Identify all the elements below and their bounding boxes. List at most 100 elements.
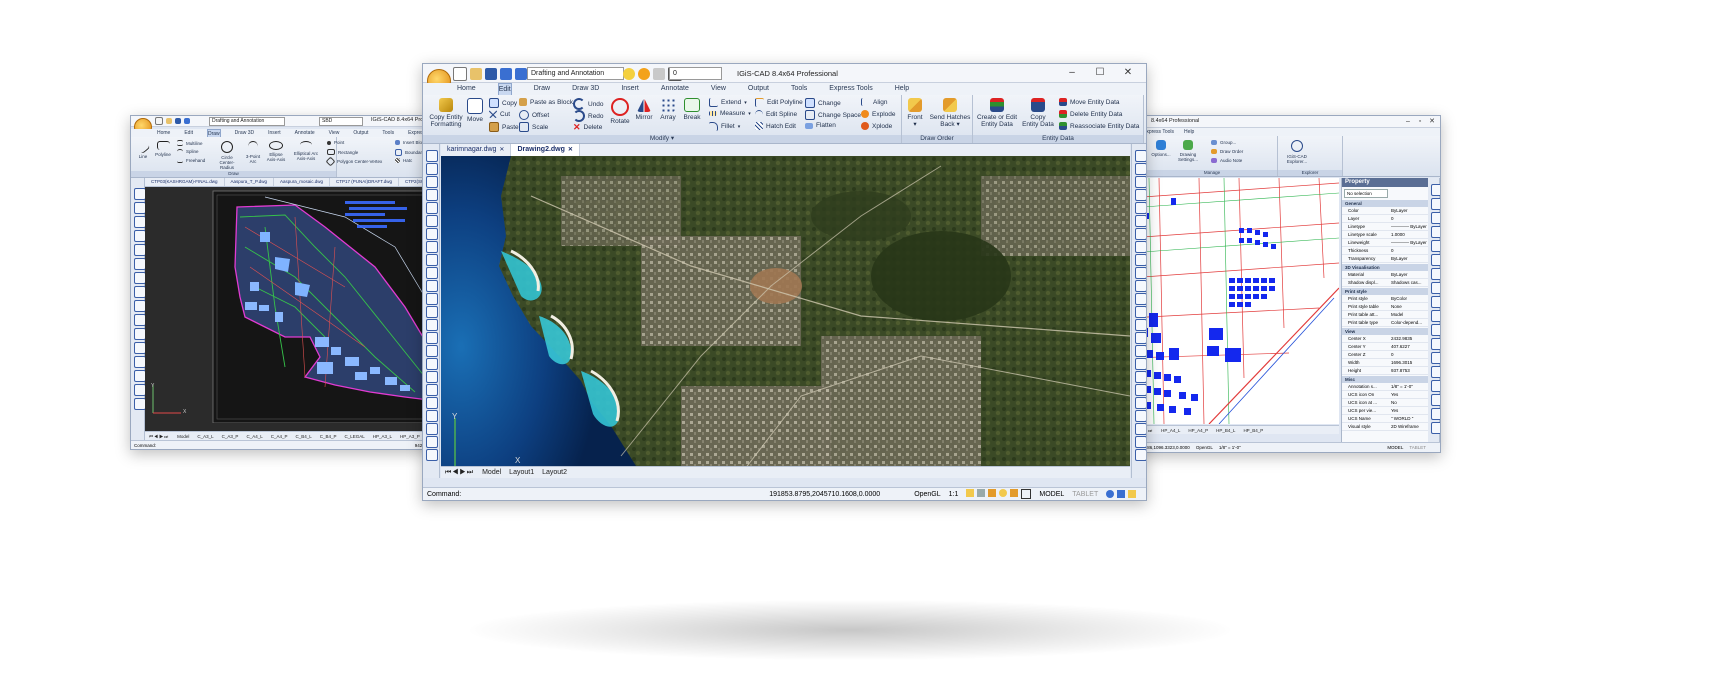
property-value[interactable]: None — [1389, 303, 1428, 310]
file-tab-ctp03-kashrgam-final-dwg[interactable]: CTP03(KASHRGAM)-FINAL.dwg — [145, 178, 225, 186]
layer-select[interactable]: 0 — [669, 67, 722, 80]
array-button[interactable]: Array — [657, 98, 679, 121]
property-value[interactable]: 0 — [1389, 247, 1428, 254]
chevron-down-icon[interactable]: ▾ — [671, 135, 674, 142]
property-row[interactable]: Material ByLayer — [1342, 271, 1428, 279]
property-row[interactable]: Visual style 2D Wireframe — [1342, 423, 1428, 431]
options-button[interactable]: Options... — [1149, 140, 1173, 157]
menu-annotate[interactable]: Annotate — [295, 129, 315, 137]
property-row[interactable]: Center Z 0 — [1342, 351, 1428, 359]
explorer-button[interactable]: IGiS-CAD Explorer... — [1280, 140, 1314, 164]
left-drawing-canvas[interactable]: Y X — [145, 187, 453, 431]
tool-icon[interactable] — [426, 306, 438, 318]
tool-icon[interactable] — [1431, 408, 1440, 420]
rotate-button[interactable]: Rotate — [609, 98, 631, 125]
property-value[interactable]: ———— ByLayer — [1389, 223, 1428, 230]
layout-tab-hp-b4-p[interactable]: HP_B4_P — [1239, 428, 1267, 433]
property-value[interactable]: Model — [1389, 311, 1428, 318]
property-value[interactable]: Yes — [1389, 391, 1428, 398]
layout-tab-layout1[interactable]: Layout1 — [505, 469, 538, 476]
bulb-icon[interactable] — [623, 68, 635, 80]
multiline-button[interactable]: Multiline — [177, 140, 203, 146]
property-row[interactable]: Color ByLayer — [1342, 207, 1428, 215]
menu-edit[interactable]: Edit — [184, 129, 193, 137]
undo-button[interactable]: Undo — [573, 98, 604, 110]
file-tab-drawing2-dwg[interactable]: Drawing2.dwg ✕ — [511, 144, 580, 156]
tool-icon[interactable] — [426, 254, 438, 266]
audio-note-button[interactable]: Audio Note — [1211, 158, 1242, 163]
copy-entity-data-button[interactable]: Copy Entity Data — [1019, 98, 1057, 129]
file-tab-aaspura-mosaic-dwg[interactable]: Aaspura_mosaic.dwg — [274, 178, 330, 186]
menu-output[interactable]: Output — [353, 129, 368, 137]
property-value[interactable]: 937.8753 — [1389, 367, 1428, 374]
drawing-settings-button[interactable]: Drawing Settings... — [1175, 140, 1201, 162]
layout-tab-hp-a4-p[interactable]: HP_A4_P — [1184, 428, 1212, 433]
property-row[interactable]: Linetype scale 1.0000 — [1342, 231, 1428, 239]
chevron-down-icon[interactable]: ▾ — [955, 121, 959, 128]
property-value[interactable]: 1/8" = 1'-0" — [1389, 383, 1428, 390]
menu-output[interactable]: Output — [748, 83, 769, 95]
menu-help[interactable]: Help — [895, 83, 909, 95]
tool-icon[interactable] — [1431, 422, 1440, 434]
tool-icon[interactable] — [1431, 240, 1440, 252]
xplode-button[interactable]: Xplode — [861, 122, 892, 130]
point-button[interactable]: Point — [327, 140, 344, 145]
tool-icon[interactable] — [1135, 397, 1146, 409]
tool-icon[interactable] — [426, 150, 438, 162]
layout-tab-c-a3-p[interactable]: C_A3_P — [218, 434, 243, 439]
property-section-general[interactable]: General — [1342, 200, 1428, 207]
property-row[interactable]: UCS per vie... Yes — [1342, 407, 1428, 415]
polyline-button[interactable]: Polyline — [153, 141, 173, 157]
crosshair-icon[interactable] — [1021, 489, 1032, 499]
tool-icon[interactable] — [426, 410, 438, 422]
workspace-select[interactable]: Drafting and Annotation — [527, 67, 624, 80]
tool-icon[interactable] — [1431, 198, 1440, 210]
property-value[interactable]: 407.6227 — [1389, 343, 1428, 350]
undo-icon[interactable] — [500, 68, 512, 80]
tool-icon[interactable] — [426, 176, 438, 188]
delete-button[interactable]: ✕ Delete — [573, 122, 602, 133]
chevron-down-icon[interactable]: ▾ — [738, 124, 741, 130]
property-row[interactable]: Print table att... Model — [1342, 311, 1428, 319]
property-section-misc[interactable]: Misc — [1342, 376, 1428, 383]
renderer-label[interactable]: OpenGL — [914, 491, 940, 498]
menu-view[interactable]: View — [711, 83, 726, 95]
tool-icon[interactable] — [1135, 436, 1146, 448]
layout-tab-c-a4-p[interactable]: C_A4_P — [267, 434, 292, 439]
tool-icon[interactable] — [1431, 394, 1440, 406]
move-button[interactable]: Move — [465, 98, 485, 123]
delete-entity-data-button[interactable]: Delete Entity Data — [1059, 110, 1122, 118]
boundary-button[interactable]: Boundary — [395, 149, 424, 156]
tool-icon[interactable] — [426, 397, 438, 409]
maximize-button[interactable]: ▫ — [1414, 116, 1426, 127]
tool-icon[interactable] — [1431, 380, 1440, 392]
tool-icon[interactable] — [1135, 449, 1146, 461]
tool-icon[interactable] — [1431, 184, 1440, 196]
undo-icon[interactable] — [184, 118, 190, 124]
tablet-label[interactable]: TABLET — [1072, 491, 1098, 498]
tool-icon[interactable] — [1135, 358, 1146, 370]
tool-icon[interactable] — [426, 241, 438, 253]
grid-icon[interactable] — [977, 489, 986, 497]
layout-tab-c-legal[interactable]: C_LEGAL — [341, 434, 369, 439]
tool-icon[interactable] — [1135, 332, 1146, 344]
arc-button[interactable]: 3-Point Arc — [243, 141, 263, 164]
annotation-scale[interactable]: 1/8" = 1'-0" — [1219, 445, 1241, 450]
tool-icon[interactable] — [1431, 268, 1440, 280]
center-drawing-canvas[interactable]: Y X — [441, 156, 1130, 466]
property-row[interactable]: Width 1696.3015 — [1342, 359, 1428, 367]
hatch-button[interactable]: Hatc — [395, 158, 412, 163]
menu-tools[interactable]: Tools — [382, 129, 394, 137]
property-value[interactable]: Shadows cas... — [1389, 279, 1428, 286]
monitor-icon[interactable] — [1117, 490, 1126, 498]
change-button[interactable]: Change — [805, 98, 841, 108]
hatch-edit-button[interactable]: Hatch Edit — [755, 122, 796, 130]
osnap-icon[interactable] — [1010, 489, 1019, 497]
tool-icon[interactable] — [1431, 212, 1440, 224]
layout-tab-c-a4-l[interactable]: C_A4_L — [242, 434, 266, 439]
tool-icon[interactable] — [426, 163, 438, 175]
property-value[interactable]: 1.0000 — [1389, 231, 1428, 238]
new-icon[interactable] — [453, 67, 467, 81]
property-value[interactable]: 1696.3015 — [1389, 359, 1428, 366]
menu-insert[interactable]: Insert — [268, 129, 281, 137]
